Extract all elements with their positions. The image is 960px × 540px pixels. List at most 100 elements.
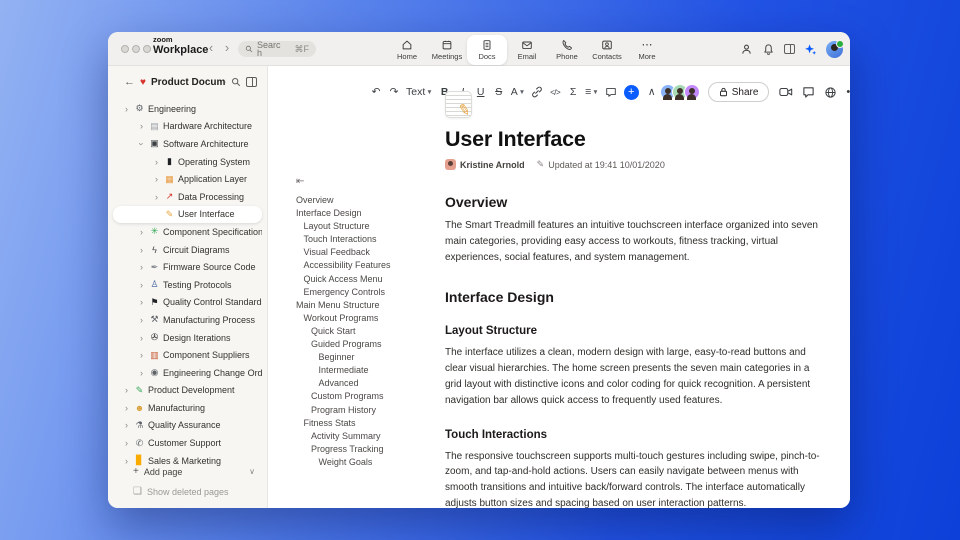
- tab-email[interactable]: Email: [507, 35, 547, 65]
- sidebar-item[interactable]: › ⚗ Quality Assurance: [113, 417, 262, 435]
- doc-sections[interactable]: Overview The Smart Treadmill features an …: [445, 194, 825, 508]
- tab-docs[interactable]: Docs: [467, 35, 507, 65]
- sidebar-item[interactable]: › ☻ Manufacturing: [113, 399, 262, 417]
- chevron-right-icon[interactable]: ›: [152, 174, 161, 184]
- outline-item[interactable]: Weight Goals: [296, 456, 446, 469]
- outline-item[interactable]: Workout Programs: [296, 312, 446, 325]
- sidebar-item[interactable]: › ✎ Product Development: [113, 382, 262, 400]
- chevron-right-icon[interactable]: ›: [137, 227, 146, 237]
- sidebar-item[interactable]: › ▥ Component Suppliers: [113, 346, 262, 364]
- chevron-right-icon[interactable]: ›: [137, 139, 147, 148]
- sidebar-item[interactable]: › ⚙ Engineering: [113, 100, 262, 118]
- chevron-right-icon[interactable]: ›: [152, 157, 161, 167]
- chevron-right-icon[interactable]: ›: [137, 350, 146, 360]
- minimize-window-button[interactable]: [132, 45, 140, 53]
- sidebar-item[interactable]: › ♙ Testing Protocols: [113, 276, 262, 294]
- notifications-bell-icon[interactable]: [762, 43, 775, 56]
- contact-card-icon[interactable]: [740, 43, 753, 56]
- chevron-down-icon[interactable]: ∨: [249, 467, 255, 476]
- sidebar-item[interactable]: › ✳ Component Specifications: [113, 223, 262, 241]
- outline-item[interactable]: Program History: [296, 404, 446, 417]
- sidebar-item[interactable]: › ▦ Application Layer: [113, 170, 262, 188]
- workspace-title[interactable]: Product Documenta...: [151, 77, 226, 88]
- outline-item[interactable]: Overview: [296, 194, 446, 207]
- text-style-select[interactable]: Text ▼: [404, 83, 435, 101]
- chevron-right-icon[interactable]: ›: [137, 280, 146, 290]
- sidebar-item[interactable]: › ▣ Software Architecture: [113, 135, 262, 153]
- side-panel-toggle-icon[interactable]: [784, 44, 795, 54]
- sidebar-item-label: Testing Protocols: [163, 279, 232, 290]
- chevron-right-icon[interactable]: ›: [137, 245, 146, 255]
- outline-collapse-icon[interactable]: ⇤: [296, 176, 446, 187]
- forward-button[interactable]: ›: [220, 40, 234, 55]
- outline-item[interactable]: Activity Summary: [296, 430, 446, 443]
- sidebar-item[interactable]: › ▮ Operating System: [113, 153, 262, 171]
- outline-item[interactable]: Guided Programs: [296, 338, 446, 351]
- globe-icon[interactable]: [824, 86, 837, 99]
- sidebar-item[interactable]: › ↗ Data Processing: [113, 188, 262, 206]
- outline-item[interactable]: Emergency Controls: [296, 286, 446, 299]
- maximize-window-button[interactable]: [143, 45, 151, 53]
- tab-contacts[interactable]: Contacts: [587, 35, 627, 65]
- doc-more-icon[interactable]: •••: [846, 86, 850, 98]
- add-page-button[interactable]: + Add page ∨: [108, 463, 267, 480]
- sidebar-back-icon[interactable]: ←: [124, 76, 135, 88]
- outline-item[interactable]: Fitness Stats: [296, 417, 446, 430]
- ai-companion-sparkle-icon[interactable]: [804, 43, 817, 56]
- chevron-right-icon[interactable]: ›: [137, 297, 146, 307]
- chevron-right-icon[interactable]: ›: [122, 403, 131, 413]
- doc-content[interactable]: ✎ User Interface Kristine Arnold ✎ Updat…: [445, 66, 825, 508]
- sidebar-item[interactable]: › ▤ Hardware Architecture: [113, 118, 262, 136]
- user-avatar[interactable]: [826, 39, 844, 58]
- outline-item[interactable]: Main Menu Structure: [296, 299, 446, 312]
- outline-item[interactable]: Progress Tracking: [296, 443, 446, 456]
- sidebar-item[interactable]: › ϟ Circuit Diagrams: [113, 241, 262, 259]
- search-placeholder: Search: [257, 40, 281, 58]
- sidebar-item[interactable]: › ✆ Customer Support: [113, 434, 262, 452]
- close-window-button[interactable]: [121, 45, 129, 53]
- outline-item[interactable]: Intermediate: [296, 364, 446, 377]
- outline-item[interactable]: Advanced: [296, 377, 446, 390]
- sidebar-item[interactable]: › ⚑ Quality Control Standards: [113, 294, 262, 312]
- window-controls[interactable]: [121, 45, 151, 53]
- outline-item[interactable]: Visual Feedback: [296, 246, 446, 259]
- chart-increasing-icon: ↗: [165, 191, 174, 202]
- chevron-right-icon[interactable]: ›: [137, 333, 146, 343]
- sidebar-collapse-icon[interactable]: [246, 77, 257, 87]
- tab-more[interactable]: ⋯ More: [627, 35, 667, 65]
- chevron-right-icon[interactable]: ›: [122, 385, 131, 395]
- puzzle-icon: ✳: [150, 226, 159, 237]
- chevron-right-icon[interactable]: ›: [122, 438, 131, 448]
- outline-item[interactable]: Layout Structure: [296, 220, 446, 233]
- sidebar-search-icon[interactable]: [231, 77, 241, 87]
- docs-sidebar: ← ♥ Product Documenta... ›⚙Engineering›▤…: [108, 66, 268, 508]
- chevron-right-icon[interactable]: ›: [137, 121, 146, 131]
- chevron-right-icon[interactable]: ›: [137, 315, 146, 325]
- chevron-right-icon[interactable]: ›: [122, 420, 131, 430]
- tab-meetings[interactable]: Meetings: [427, 35, 467, 65]
- sidebar-item[interactable]: ✎ User Interface: [113, 205, 262, 224]
- tab-phone[interactable]: Phone: [547, 35, 587, 65]
- outline-item[interactable]: Quick Start: [296, 325, 446, 338]
- chevron-right-icon[interactable]: ›: [122, 104, 131, 114]
- sidebar-item[interactable]: › ✇ Design Iterations: [113, 329, 262, 347]
- undo-button[interactable]: ↶: [368, 83, 384, 101]
- sidebar-item[interactable]: › ◉ Engineering Change Orders: [113, 364, 262, 382]
- tab-home[interactable]: Home: [387, 35, 427, 65]
- doc-title[interactable]: User Interface: [445, 127, 825, 152]
- outline-item[interactable]: Beginner: [296, 351, 446, 364]
- redo-button[interactable]: ↷: [386, 83, 402, 101]
- outline-item[interactable]: Touch Interactions: [296, 233, 446, 246]
- global-search-input[interactable]: Search ⌘F: [238, 40, 316, 58]
- outline-item[interactable]: Quick Access Menu: [296, 273, 446, 286]
- show-deleted-pages-button[interactable]: ❏ Show deleted pages: [108, 483, 267, 500]
- chevron-right-icon[interactable]: ›: [137, 368, 146, 378]
- sidebar-item[interactable]: › ⚒ Manufacturing Process: [113, 311, 262, 329]
- chevron-right-icon[interactable]: ›: [152, 192, 161, 202]
- outline-item[interactable]: Interface Design: [296, 207, 446, 220]
- outline-item[interactable]: Custom Programs: [296, 390, 446, 403]
- sidebar-item[interactable]: › ✒ Firmware Source Code: [113, 258, 262, 276]
- chevron-right-icon[interactable]: ›: [137, 262, 146, 272]
- outline-item[interactable]: Accessibility Features: [296, 259, 446, 272]
- back-button[interactable]: ‹: [204, 40, 218, 55]
